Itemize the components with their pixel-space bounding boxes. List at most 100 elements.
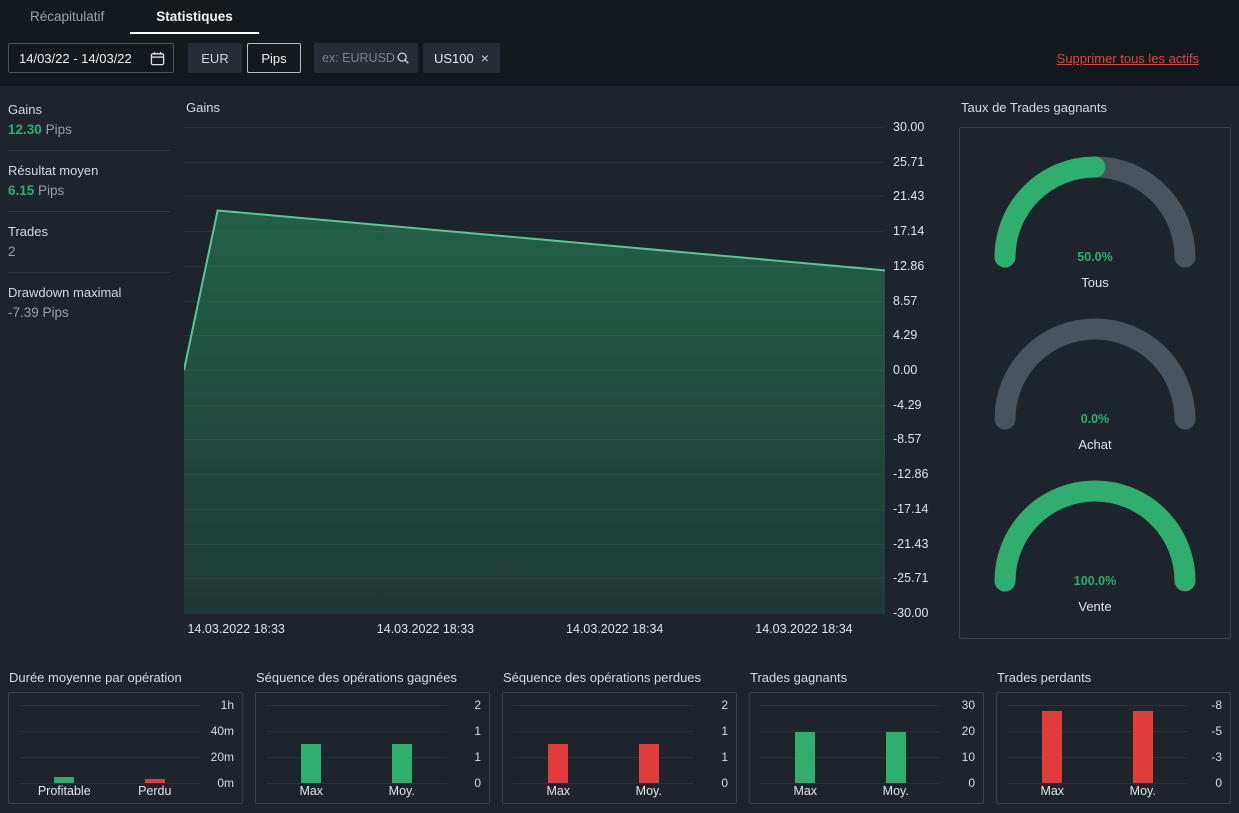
y-tick-label: -21.43: [893, 536, 929, 551]
mini-plot: 2 1 1 0: [513, 698, 728, 790]
stat-resultat-moyen: Résultat moyen 6.15 Pips: [8, 150, 170, 211]
category-label: Moy.: [882, 784, 909, 798]
gauge-label: Achat: [1078, 437, 1112, 452]
y-tick-label: -3: [1211, 750, 1222, 764]
category-label: Perdu: [138, 784, 172, 798]
panel-title: Durée moyenne par opération: [9, 670, 182, 685]
stats-sidebar: Gains 12.30 Pips Résultat moyen 6.15 Pip…: [8, 98, 184, 639]
stat-gains: Gains 12.30 Pips: [8, 98, 170, 150]
asset-chip-us100[interactable]: US100 ×: [423, 43, 500, 73]
gains-chart-xaxis: 14.03.2022 18:33 14.03.2022 18:33 14.03.20…: [184, 613, 941, 639]
mini-plot: 2 1 1 0: [266, 698, 481, 790]
main-content: Gains 12.30 Pips Résultat moyen 6.15 Pip…: [0, 86, 1239, 639]
y-tick-label: 1: [721, 750, 728, 764]
bars: [760, 705, 941, 783]
tab-statistiques[interactable]: Statistiques: [130, 0, 259, 34]
y-tick-label: 21.43: [893, 189, 925, 204]
y-tick-label: 0m: [217, 776, 234, 790]
y-tick-label: -4.29: [893, 397, 922, 412]
stat-number: 2: [8, 244, 16, 259]
panel-title: Séquence des opérations perdues: [503, 670, 702, 685]
gauge-label: Vente: [1078, 599, 1112, 614]
gains-chart-yaxis: 30.00 25.71 21.43 17.14 12.86 8.57 4.29 0.00 -4.…: [885, 120, 941, 620]
stat-number: -7.39: [8, 305, 39, 320]
category-label: Max: [793, 784, 818, 798]
mini-chart: -8 -5 -3 0 Max Moy.: [996, 692, 1231, 804]
y-tick-label: 2: [474, 698, 481, 712]
bar-max: [548, 744, 569, 783]
mini-chart: 30 20 10 0 Max Moy.: [749, 692, 984, 804]
loss-streak-panel: Séquence des opérations perdues 2 1 1 0 Max M…: [502, 670, 737, 804]
bar-moy: [1132, 710, 1153, 783]
units-pips-button[interactable]: Pips: [247, 43, 301, 73]
currency-eur-button[interactable]: EUR: [188, 43, 242, 73]
symbol-search[interactable]: [314, 43, 418, 73]
remove-asset-icon[interactable]: ×: [481, 50, 489, 66]
y-tick-label: 1: [474, 724, 481, 738]
bars: [266, 705, 447, 783]
stat-number: 6.15: [8, 183, 35, 198]
y-tick-label: 17.14: [893, 224, 925, 239]
mini-chart: 2 1 1 0 Max Moy.: [502, 692, 737, 804]
area-fill: [184, 210, 885, 613]
y-tick-label: -17.14: [893, 501, 929, 516]
gauge-tous: 50.0% Tous: [985, 152, 1205, 290]
bar-max: [301, 744, 322, 783]
x-tick-label: 14.03.2022 18:33: [376, 622, 475, 636]
bar-max: [1042, 710, 1063, 783]
gauges-panel: 50.0% Tous 0.0% Achat 100.0% Vente: [959, 127, 1231, 639]
gauge-percent: 50.0%: [1077, 250, 1113, 264]
stat-value: 2: [8, 244, 170, 259]
stat-trades: Trades 2: [8, 211, 170, 272]
tab-bar: Récapitulatif Statistiques: [0, 0, 1239, 34]
category-label: Profitable: [37, 784, 91, 798]
y-tick-label: 40m: [210, 724, 234, 738]
y-tick-label: 0: [721, 776, 728, 790]
gauge-vente: 100.0% Vente: [985, 476, 1205, 614]
bar-cell: [1098, 705, 1189, 783]
bar-cell: [851, 705, 942, 783]
calendar-icon[interactable]: [150, 51, 165, 66]
category-labels: Max Moy.: [1007, 784, 1188, 798]
search-icon[interactable]: [396, 51, 410, 65]
gains-chart-title: Gains: [186, 100, 220, 115]
symbol-search-input[interactable]: [322, 51, 396, 65]
gains-chart-panel: Gains 30.00 25.71 21.43 17.14 12.86 8.57…: [184, 98, 941, 639]
bar-max: [795, 731, 816, 783]
gauge-percent: 100.0%: [1073, 574, 1117, 588]
stat-label: Gains: [8, 102, 42, 117]
y-tick-label: 1h: [220, 698, 234, 712]
stat-value: -7.39 Pips: [8, 305, 170, 320]
category-label: Moy.: [1129, 784, 1156, 798]
win-rate-panel: Taux de Trades gagnants 50.0% Tous 0.0% Ach…: [959, 98, 1231, 639]
y-tick-label: 0.00: [893, 363, 918, 377]
category-label: Moy.: [388, 784, 415, 798]
gauge-percent: 0.0%: [1080, 412, 1110, 426]
asset-chip-label: US100: [434, 50, 474, 66]
bar-cell: [19, 705, 110, 783]
y-tick-label: -12.86: [893, 467, 929, 482]
panel-title: Trades perdants: [997, 670, 1092, 685]
y-tick-label: 10: [961, 750, 975, 764]
delete-all-assets-link[interactable]: Supprimer tous les actifs: [1057, 51, 1199, 66]
y-tick-label: -8.57: [893, 432, 922, 447]
bar-cell: [1007, 705, 1098, 783]
bar-cell: [604, 705, 695, 783]
x-tick-label: 14.03.2022 18:34: [755, 622, 853, 636]
stat-unit: Pips: [38, 183, 65, 198]
category-label: Max: [546, 784, 571, 798]
tab-recapitulatif[interactable]: Récapitulatif: [4, 0, 130, 34]
bar-moy: [638, 744, 659, 783]
y-tick-label: 8.57: [893, 293, 918, 308]
y-tick-label: 20: [961, 724, 975, 738]
y-tick-label: 30: [961, 698, 975, 712]
bars: [19, 705, 200, 783]
y-tick-label: 1: [474, 750, 481, 764]
date-range-input[interactable]: 14/03/22 - 14/03/22: [8, 43, 174, 73]
y-tick-label: 30.00: [893, 120, 925, 134]
gains-area-chart: [184, 127, 885, 613]
stat-value: 6.15 Pips: [8, 183, 170, 198]
mini-plot: 30 20 10 0: [760, 698, 975, 790]
date-range-value: 14/03/22 - 14/03/22: [19, 50, 132, 66]
bar-cell: [357, 705, 448, 783]
